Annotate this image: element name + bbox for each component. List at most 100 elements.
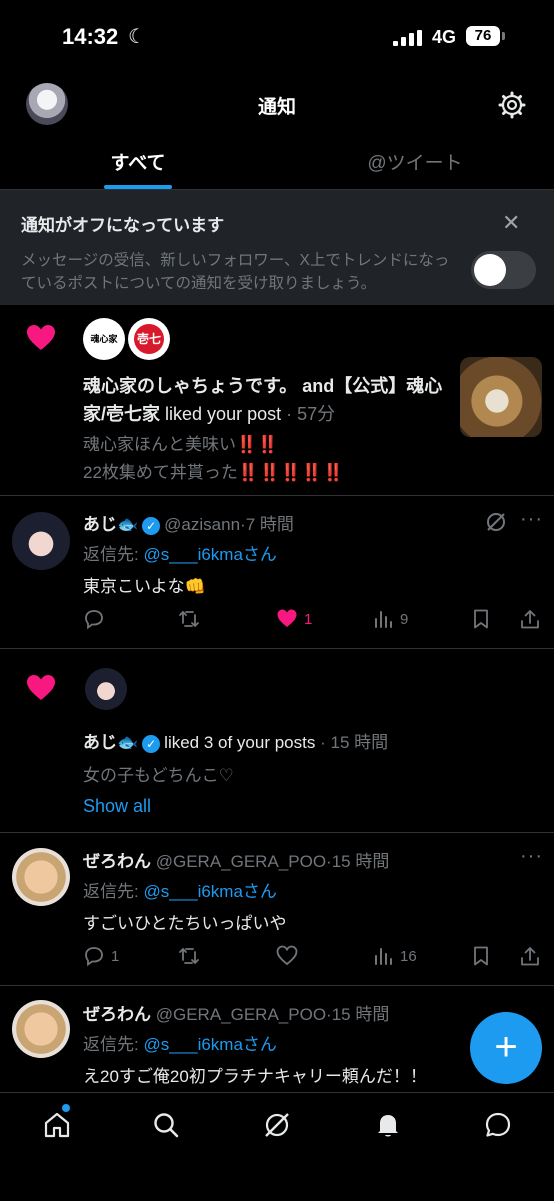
reply-icon — [85, 610, 103, 630]
messages-icon[interactable] — [483, 1110, 513, 1140]
reply-to-line: 返信先: @s___i6kmaさん — [83, 1030, 277, 1055]
retweet-icon — [179, 611, 199, 627]
heart-filled-icon — [277, 609, 297, 627]
verified-badge-icon: ✓ — [142, 516, 161, 535]
liked-post-preview[interactable]: 女の子もどちんこ♡ — [83, 761, 234, 786]
avatar[interactable] — [12, 512, 70, 570]
banner-body: メッセージの受信、新しいフォロワー、X上でトレンドになっているポストについての通… — [21, 252, 450, 292]
reply-to-line: 返信先: @s___i6kmaさん — [83, 540, 277, 565]
like-button[interactable] — [276, 945, 298, 967]
tweet-header[interactable]: ぜろわん @GERA_GERA_POO·15 時間 — [83, 1000, 389, 1025]
close-icon[interactable]: ✕ — [502, 210, 520, 236]
share-icon — [521, 610, 539, 629]
search-icon[interactable] — [151, 1110, 181, 1140]
views-icon — [375, 611, 392, 628]
reply-to-line: 返信先: @s___i6kmaさん — [83, 877, 277, 902]
display-name: ぜろわん — [83, 1005, 151, 1024]
retweet-button[interactable] — [178, 945, 200, 967]
share-icon — [521, 947, 539, 966]
tweet-time: ·15 時間 — [326, 852, 390, 871]
heart-outline-icon — [276, 945, 298, 966]
home-icon[interactable] — [42, 1110, 72, 1140]
notification-time: · 57分 — [286, 404, 336, 424]
divider — [0, 832, 554, 833]
unread-dot — [62, 1104, 70, 1112]
avatar[interactable] — [85, 668, 127, 710]
heart-icon — [27, 675, 55, 700]
notification-text[interactable]: あじ🐟 ✓ liked 3 of your posts · 15 時間 — [83, 728, 388, 753]
page-title: 通知 — [257, 97, 296, 118]
avatar[interactable] — [12, 1000, 70, 1058]
divider — [0, 985, 554, 986]
view-count: 16 — [400, 947, 417, 965]
grok-icon[interactable] — [484, 510, 508, 534]
moon-icon: ☾ — [128, 26, 146, 48]
tweet-time: ·7 時間 — [240, 515, 294, 534]
tab-all[interactable]: すべて — [83, 148, 193, 175]
reply-button[interactable] — [83, 608, 105, 630]
tweet-text[interactable]: すごいひとたちいっぱいや — [83, 909, 287, 934]
share-button[interactable] — [519, 945, 541, 967]
share-button[interactable] — [519, 608, 541, 630]
reply-button[interactable]: 1 — [83, 945, 119, 967]
tweet-header[interactable]: あじ🐟 ✓ @azisann·7 時間 — [83, 510, 294, 535]
notification-action: liked your post — [165, 404, 282, 424]
bell-icon[interactable] — [373, 1110, 403, 1140]
avatar[interactable] — [12, 848, 70, 906]
retweet-button[interactable] — [178, 608, 200, 630]
reply-prefix: 返信先: — [83, 882, 144, 901]
bookmark-button[interactable] — [470, 945, 492, 967]
notification-text[interactable]: 魂心家のしゃちょうです。 and【公式】魂心家/壱七家 liked your p… — [83, 372, 443, 428]
reply-prefix: 返信先: — [83, 545, 144, 564]
reply-to-link[interactable]: @s___i6kmaさん — [143, 545, 276, 564]
reply-prefix: 返信先: — [83, 1035, 144, 1054]
verified-badge-icon: ✓ — [142, 734, 161, 753]
bookmark-button[interactable] — [470, 608, 492, 630]
shop-logo-mark: 壱七 — [134, 324, 164, 354]
notification-action: liked 3 of your posts — [164, 733, 316, 752]
tweet-text[interactable]: え20すご俺20初プラチナキャリー頼んだ！！ — [83, 1062, 427, 1087]
tab-mentions[interactable]: @ツイート — [340, 148, 490, 175]
grok-icon[interactable] — [262, 1110, 292, 1140]
more-options-icon[interactable]: ··· — [520, 508, 543, 531]
view-count: 9 — [400, 610, 409, 628]
preview-line: 魂心家ほんと美味い‼️‼️ — [83, 435, 279, 454]
display-name: ぜろわん — [83, 852, 151, 871]
retweet-icon — [179, 948, 199, 964]
banner-title: 通知がオフになっています — [21, 216, 225, 235]
toggle-knob — [474, 254, 506, 286]
views-button[interactable]: 9 — [372, 608, 408, 630]
views-icon — [375, 948, 392, 965]
bookmark-icon — [474, 609, 488, 629]
handle: @azisann — [164, 515, 241, 534]
gear-icon[interactable] — [497, 90, 527, 120]
show-all-link[interactable]: Show all — [83, 796, 151, 817]
post-thumbnail[interactable] — [460, 357, 542, 437]
network-type: 4G — [432, 27, 457, 47]
signal-icon — [393, 30, 422, 46]
preview-line: 22枚集めて丼貰った‼️‼️‼️‼️‼️ — [83, 463, 344, 482]
handle: @GERA_GERA_POO — [155, 852, 327, 871]
compose-button[interactable]: + — [470, 1012, 542, 1084]
views-button[interactable]: 16 — [372, 945, 417, 967]
bottom-nav — [0, 1092, 554, 1201]
reply-to-link[interactable]: @s___i6kmaさん — [143, 882, 276, 901]
heart-icon — [27, 325, 55, 350]
tweet-text[interactable]: 東京こいよな👊 — [83, 572, 206, 597]
divider — [0, 648, 554, 649]
reply-icon — [85, 947, 103, 967]
reply-count: 1 — [111, 947, 120, 965]
notification-time: · 15 時間 — [320, 733, 389, 752]
liked-post-preview[interactable]: 魂心家ほんと美味い‼️‼️ 22枚集めて丼貰った‼️‼️‼️‼️‼️ — [83, 431, 443, 487]
shop-logo-avatar[interactable]: 魂心家 — [83, 318, 125, 360]
bookmark-icon — [474, 946, 488, 966]
battery-icon — [502, 32, 505, 40]
display-name: あじ🐟 — [83, 515, 139, 534]
battery-level: 76 — [466, 26, 500, 46]
display-name: あじ🐟 — [83, 733, 139, 752]
more-options-icon[interactable]: ··· — [520, 845, 543, 868]
tweet-time: ·15 時間 — [326, 1005, 390, 1024]
like-button[interactable]: 1 — [276, 608, 312, 630]
reply-to-link[interactable]: @s___i6kmaさん — [143, 1035, 276, 1054]
tweet-header[interactable]: ぜろわん @GERA_GERA_POO·15 時間 — [83, 847, 389, 872]
